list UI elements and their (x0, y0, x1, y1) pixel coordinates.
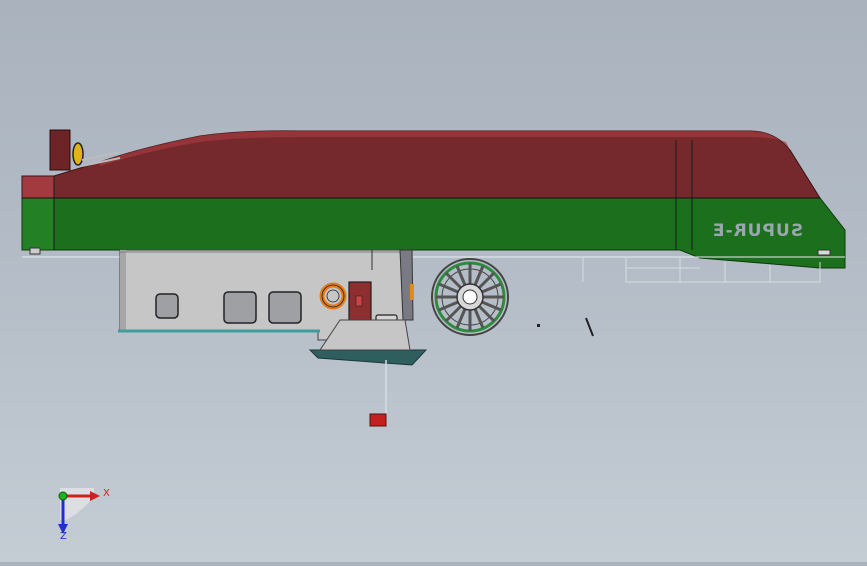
lower-deck-base (308, 349, 428, 366)
cad-viewport[interactable]: SUPUR-E X Z (0, 0, 867, 562)
superstructure-shadow (120, 250, 126, 330)
y-axis-dot (58, 491, 68, 501)
wheel-guard (431, 258, 509, 336)
stern-red-block (21, 175, 55, 199)
door-panel (355, 295, 363, 307)
hull-red-band (21, 130, 821, 199)
bow-mark (817, 249, 831, 256)
small-part-2 (585, 317, 594, 337)
x-arrow (90, 491, 100, 501)
orange-marker (410, 284, 414, 300)
window-2 (223, 291, 257, 324)
window-1 (155, 293, 179, 319)
stern-green-block (21, 197, 55, 251)
stern-light (72, 142, 84, 166)
x-axis-label: X (103, 488, 110, 499)
window-3 (268, 291, 302, 324)
stern-stub (29, 247, 41, 255)
stern-post (49, 129, 71, 171)
small-part-1 (537, 324, 540, 327)
hanging-box (369, 413, 387, 427)
hull-name-text: SUPUR-E (712, 221, 803, 241)
ship-model: SUPUR-E (21, 129, 846, 427)
z-axis-label: Z (60, 531, 67, 542)
